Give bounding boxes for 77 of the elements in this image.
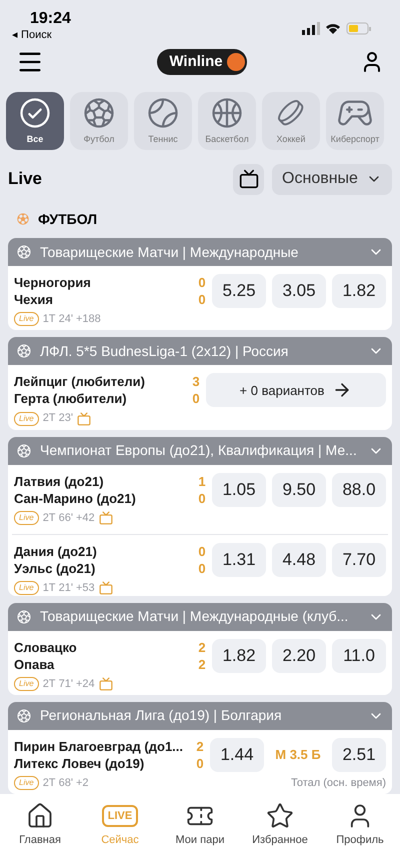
filter-dropdown[interactable]: Основные — [272, 164, 392, 194]
section-title: Live — [8, 168, 44, 190]
live-badge: Live — [14, 676, 39, 691]
score: 3 — [192, 373, 200, 390]
team-name: Чехия — [14, 291, 53, 308]
odds-button[interactable]: 1.82 — [332, 274, 386, 308]
odds-button[interactable]: 88.0 — [332, 472, 386, 507]
odds-button[interactable]: 1.05 — [212, 472, 266, 507]
match-time: 2Т 23' — [42, 411, 73, 426]
odds-button[interactable]: 9.50 — [272, 472, 326, 507]
team-name: Литекс Ловеч (до19) — [14, 754, 144, 772]
odds-button[interactable]: 2.20 — [272, 638, 326, 672]
nav-tab[interactable]: Профиль — [324, 802, 396, 848]
league-title: Региональная Лига (до19) | Болгария — [40, 706, 283, 726]
team-name: Словацко — [14, 638, 77, 656]
odds-button[interactable]: 3.05 — [272, 274, 326, 308]
odds-button[interactable]: 1.82 — [212, 638, 266, 672]
team-name: Опава — [14, 656, 54, 672]
score: 2 — [198, 638, 206, 656]
team-name: Дания (до21) — [14, 543, 97, 560]
total-line: М 3.5 Б — [274, 746, 322, 764]
team-name: Латвия (до21) — [14, 472, 104, 490]
live-badge: Live — [14, 412, 39, 426]
signal-icon — [302, 22, 320, 35]
team-name: Сан-Марино (до21) — [14, 490, 136, 507]
market-note: Тотал (осн. время) — [291, 776, 386, 791]
live-badge: Live — [14, 312, 39, 326]
odds-button[interactable]: 1.31 — [212, 543, 266, 578]
battery-icon — [346, 22, 371, 34]
team-name: Герта (любители) — [14, 390, 127, 408]
score: 2 — [196, 738, 204, 755]
logo: Winline — [157, 48, 247, 76]
score: 0 — [198, 490, 206, 507]
league-title: Товарищеские Матчи | Международные (клуб... — [40, 607, 350, 626]
league-title: Товарищеские Матчи | Международные — [40, 242, 300, 262]
team-name: Уэльс (до21) — [14, 560, 96, 578]
score: 0 — [196, 754, 204, 772]
score: 0 — [198, 543, 206, 560]
score: 0 — [198, 560, 206, 578]
team-name: Лейпциг (любители) — [14, 373, 145, 390]
nav-tab[interactable]: Мои пари — [164, 802, 236, 848]
tv-icon — [238, 169, 258, 189]
more-options-button[interactable]: + 0 вариантов — [206, 373, 386, 408]
nav-tab[interactable]: Главная — [4, 802, 76, 848]
match-time: 1Т 21' +53 — [42, 581, 95, 596]
odds-button[interactable]: 1.44 — [210, 738, 264, 772]
nav-tab[interactable]: Избранное — [244, 802, 316, 848]
star-icon — [266, 802, 294, 830]
sport-tab[interactable]: Все — [6, 92, 64, 150]
live-badge: Live — [14, 581, 39, 596]
odds-button[interactable]: 7.70 — [332, 543, 386, 578]
wifi-icon — [326, 24, 340, 34]
match-time: 2Т 68' +2 — [42, 776, 89, 791]
home-icon — [26, 802, 54, 830]
odds-button[interactable]: 4.48 — [272, 543, 326, 578]
sport-heading: ФУТБОЛ — [38, 210, 98, 228]
live-icon: LIVE — [102, 805, 138, 827]
team-name: Черногория — [14, 274, 91, 291]
back-link[interactable]: ◂ Поиск — [12, 28, 71, 42]
status-time: 19:24 — [30, 10, 71, 28]
match-time: 1Т 24' +188 — [42, 312, 101, 327]
tv-filter-button[interactable] — [233, 164, 264, 194]
league-title: Чемпионат Европы (до21), Квалификация | Ме... — [40, 441, 358, 460]
live-badge: Live — [14, 776, 39, 790]
score: 0 — [198, 274, 206, 291]
live-badge: Live — [14, 510, 39, 525]
odds-button[interactable]: 2.51 — [332, 738, 386, 772]
score: 0 — [192, 390, 200, 408]
score: 2 — [198, 656, 206, 672]
team-name: Пирин Благоевград (до1... — [14, 738, 184, 755]
score: 1 — [198, 472, 206, 490]
odds-button[interactable]: 11.0 — [332, 638, 386, 672]
match-time: 2Т 66' +42 — [42, 510, 95, 526]
score: 0 — [198, 291, 206, 308]
odds-button[interactable]: 5.25 — [212, 274, 266, 308]
league-title: ЛФЛ. 5*5 BudnesLiga-1 (2x12) | Россия — [40, 342, 290, 361]
match-time: 2Т 71' +24 — [42, 676, 95, 692]
